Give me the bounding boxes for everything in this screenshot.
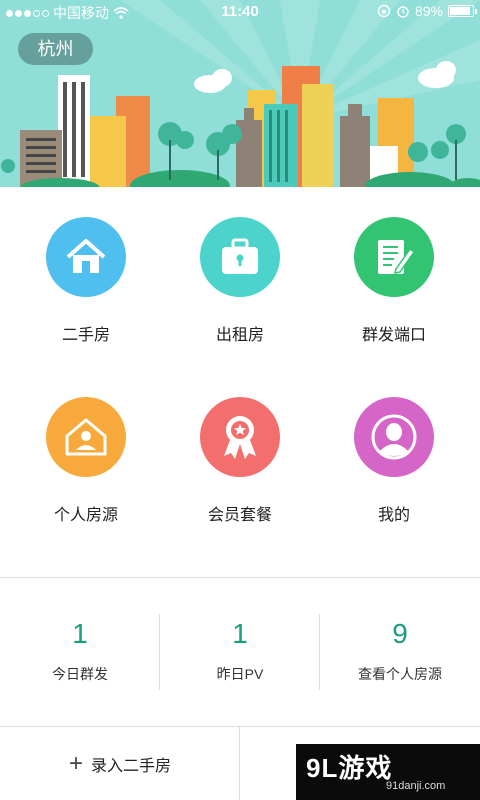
briefcase-lock-icon (222, 238, 258, 274)
menu-icon-bg (354, 397, 434, 477)
battery-percent: 89% (414, 3, 443, 19)
menu-label: 二手房 (61, 327, 110, 344)
battery-icon (448, 5, 477, 17)
alarm-clock-icon (397, 6, 409, 18)
menu-icon-bg (200, 397, 280, 477)
award-ribbon-icon (224, 416, 256, 459)
menu-icon-bg (200, 217, 280, 297)
watermark-brand: 9L游戏 (306, 753, 393, 783)
city-selector-button[interactable]: 杭州 (18, 33, 93, 65)
stat-view-personal-listings[interactable]: 9 查看个人房源 (320, 578, 480, 726)
feature-grid: 二手房 出租房 群发端口 个人房源 会员套餐 我的 (0, 187, 480, 577)
city-skyline-illustration (1, 0, 480, 187)
menu-label: 我的 (377, 507, 410, 524)
plus-icon: + (68, 749, 83, 777)
menu-item-rental-house[interactable]: 出租房 (160, 187, 320, 357)
stat-value: 1 (72, 618, 88, 649)
stats-panel: 1 今日群发 1 昨日PV 9 查看个人房源 (0, 578, 480, 726)
app-screen: 中国移动 11:40 89% 杭州 二手房 出租房 群发端口 个人房源 会员套餐… (0, 0, 480, 800)
stat-value: 1 (232, 618, 248, 649)
stat-today-posts[interactable]: 1 今日群发 (0, 578, 160, 726)
user-avatar-icon (371, 414, 417, 460)
menu-item-personal-listings[interactable]: 个人房源 (6, 367, 166, 537)
stat-yesterday-pv[interactable]: 1 昨日PV (160, 578, 320, 726)
stat-label: 查看个人房源 (358, 666, 442, 682)
stat-value: 9 (392, 618, 408, 649)
house-icon (66, 239, 106, 273)
menu-item-mine[interactable]: 我的 (314, 367, 474, 537)
menu-label: 个人房源 (53, 507, 118, 524)
menu-item-secondhand-house[interactable]: 二手房 (6, 187, 166, 357)
watermark-logo: 9L游戏 91danji.com (296, 744, 480, 800)
menu-item-bulk-post-port[interactable]: 群发端口 (314, 187, 474, 357)
document-edit-icon (378, 240, 416, 274)
stat-label: 昨日PV (216, 666, 264, 682)
battery-fill (450, 7, 470, 15)
city-banner: 中国移动 11:40 89% 杭州 (0, 0, 480, 187)
house-person-icon (65, 418, 107, 456)
menu-label: 群发端口 (361, 327, 426, 344)
menu-icon-bg (46, 217, 126, 297)
rotation-lock-icon (377, 4, 391, 18)
menu-icon-bg (46, 397, 126, 477)
menu-icon-bg (354, 217, 434, 297)
menu-label: 出租房 (215, 327, 264, 344)
add-secondhand-label: 录入二手房 (91, 757, 172, 775)
watermark-site: 91danji.com (386, 780, 446, 792)
status-bar: 中国移动 11:40 89% (0, 0, 480, 24)
stat-label: 今日群发 (52, 666, 108, 682)
menu-label: 会员套餐 (207, 507, 272, 524)
add-secondhand-button[interactable]: + 录入二手房 (0, 727, 240, 800)
menu-item-membership-plans[interactable]: 会员套餐 (160, 367, 320, 537)
